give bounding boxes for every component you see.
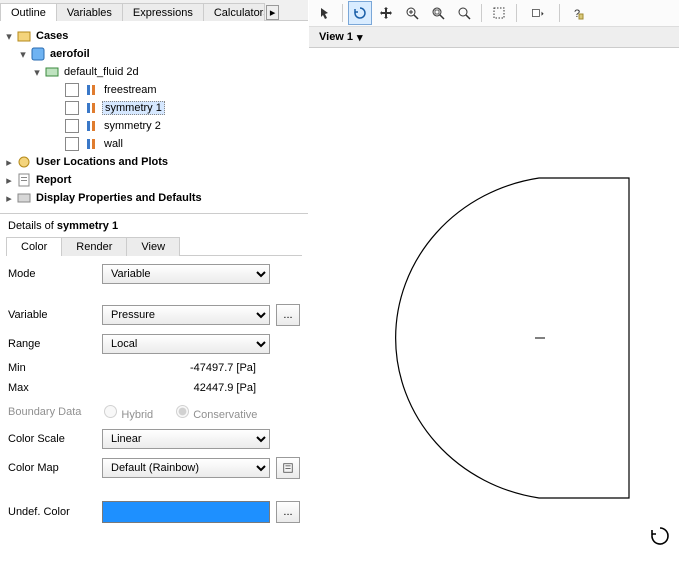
subtab-color[interactable]: Color <box>6 237 62 256</box>
case-icon <box>31 47 45 61</box>
variable-more-button[interactable]: ... <box>276 304 300 326</box>
locations-icon <box>17 155 31 169</box>
boundary-icon <box>85 83 99 97</box>
max-value: 42447.9 [Pa] <box>96 382 300 394</box>
min-row: Min -47497.7 [Pa] <box>8 362 300 374</box>
tree-node-report[interactable]: ▸ Report <box>4 171 304 189</box>
variable-select[interactable]: Pressure <box>102 305 270 325</box>
subtab-view[interactable]: View <box>126 237 180 256</box>
boundary-data-row: Boundary Data Hybrid Conservative <box>8 402 300 421</box>
checkbox-symmetry-1[interactable] <box>65 101 79 115</box>
tree-node-display-props[interactable]: ▸ Display Properties and Defaults <box>4 189 304 207</box>
refresh-icon <box>649 525 671 547</box>
label-undef-color: Undef. Color <box>8 506 96 518</box>
color-scale-select[interactable]: Linear <box>102 429 270 449</box>
max-row: Max 42447.9 [Pa] <box>8 382 300 394</box>
chevron-down-icon: ▾ <box>357 31 363 44</box>
boundary-icon <box>85 101 99 115</box>
tree-node-cases[interactable]: ▾ Cases <box>4 27 304 45</box>
tree-node-wall[interactable]: wall <box>4 135 304 153</box>
subtab-render[interactable]: Render <box>61 237 127 256</box>
color-map-edit-button[interactable] <box>276 457 300 479</box>
display-props-icon <box>17 191 31 205</box>
highlight-button[interactable] <box>487 1 511 25</box>
boundary-icon <box>85 119 99 133</box>
cases-icon <box>17 29 31 43</box>
label-color-scale: Color Scale <box>8 433 96 445</box>
rotate-tool-button[interactable] <box>348 1 372 25</box>
tree-node-freestream[interactable]: freestream <box>4 81 304 99</box>
details-tabs: Color Render View <box>6 236 302 256</box>
top-tabs: Outline Variables Expressions Calculator… <box>0 0 308 21</box>
tab-outline[interactable]: Outline <box>0 3 57 21</box>
zoom-in-button[interactable] <box>400 1 424 25</box>
tabs-scroll-right[interactable]: ▸ <box>266 5 280 20</box>
checkbox-freestream[interactable] <box>65 83 79 97</box>
label-boundary-data: Boundary Data <box>8 406 81 418</box>
radio-conservative[interactable]: Conservative <box>171 402 257 421</box>
label-min: Min <box>8 362 96 374</box>
domain-icon <box>45 65 59 79</box>
outline-tree: ▾ Cases ▾ aerofoil ▾ default_fluid 2d fr… <box>0 21 308 214</box>
undef-color-more-button[interactable]: ... <box>276 501 300 523</box>
tree-node-symmetry-1[interactable]: symmetry 1 <box>4 99 304 117</box>
chevron-down-icon[interactable]: ▾ <box>4 30 14 43</box>
min-value: -47497.7 [Pa] <box>96 362 300 374</box>
tab-variables[interactable]: Variables <box>56 3 123 21</box>
tree-node-default-fluid[interactable]: ▾ default_fluid 2d <box>4 63 304 81</box>
tree-node-user-locations[interactable]: ▸ User Locations and Plots <box>4 153 304 171</box>
chevron-right-icon[interactable]: ▸ <box>4 156 14 169</box>
details-form: Mode Variable Variable Pressure ... Rang… <box>0 256 308 523</box>
radio-hybrid[interactable]: Hybrid <box>99 402 153 421</box>
select-tool-button[interactable] <box>313 1 337 25</box>
viewport-toolbar: ? <box>309 0 679 27</box>
boundary-icon <box>85 137 99 151</box>
range-select[interactable]: Local <box>102 334 270 354</box>
checkbox-wall[interactable] <box>65 137 79 151</box>
tree-node-aerofoil[interactable]: ▾ aerofoil <box>4 45 304 63</box>
label-color-map: Color Map <box>8 462 96 474</box>
tab-expressions[interactable]: Expressions <box>122 3 204 21</box>
label-variable: Variable <box>8 309 96 321</box>
mode-select[interactable]: Variable <box>102 264 270 284</box>
color-map-select[interactable]: Default (Rainbow) <box>102 458 270 478</box>
fit-view-button[interactable] <box>452 1 476 25</box>
tab-calculators[interactable]: Calculators <box>203 3 265 21</box>
domain-outline-shape <box>359 168 639 508</box>
view-tab-1[interactable]: View 1 ▾ <box>313 29 369 46</box>
label-max: Max <box>8 382 96 394</box>
checkbox-symmetry-2[interactable] <box>65 119 79 133</box>
zoom-box-button[interactable] <box>426 1 450 25</box>
chevron-down-icon[interactable]: ▾ <box>18 48 28 61</box>
chevron-down-icon[interactable]: ▾ <box>32 66 42 79</box>
report-icon <box>17 173 31 187</box>
help-button[interactable]: ? <box>565 1 589 25</box>
chevron-right-icon[interactable]: ▸ <box>4 192 14 205</box>
label-range: Range <box>8 338 96 350</box>
tree-node-symmetry-2[interactable]: symmetry 2 <box>4 117 304 135</box>
label-mode: Mode <box>8 268 96 280</box>
undef-color-swatch[interactable] <box>102 501 270 523</box>
details-title: Details of symmetry 1 <box>0 214 308 236</box>
viewport[interactable] <box>309 48 679 561</box>
pan-tool-button[interactable] <box>374 1 398 25</box>
shading-button[interactable] <box>522 1 554 25</box>
chevron-right-icon[interactable]: ▸ <box>4 174 14 187</box>
view-tab-bar: View 1 ▾ <box>309 27 679 48</box>
